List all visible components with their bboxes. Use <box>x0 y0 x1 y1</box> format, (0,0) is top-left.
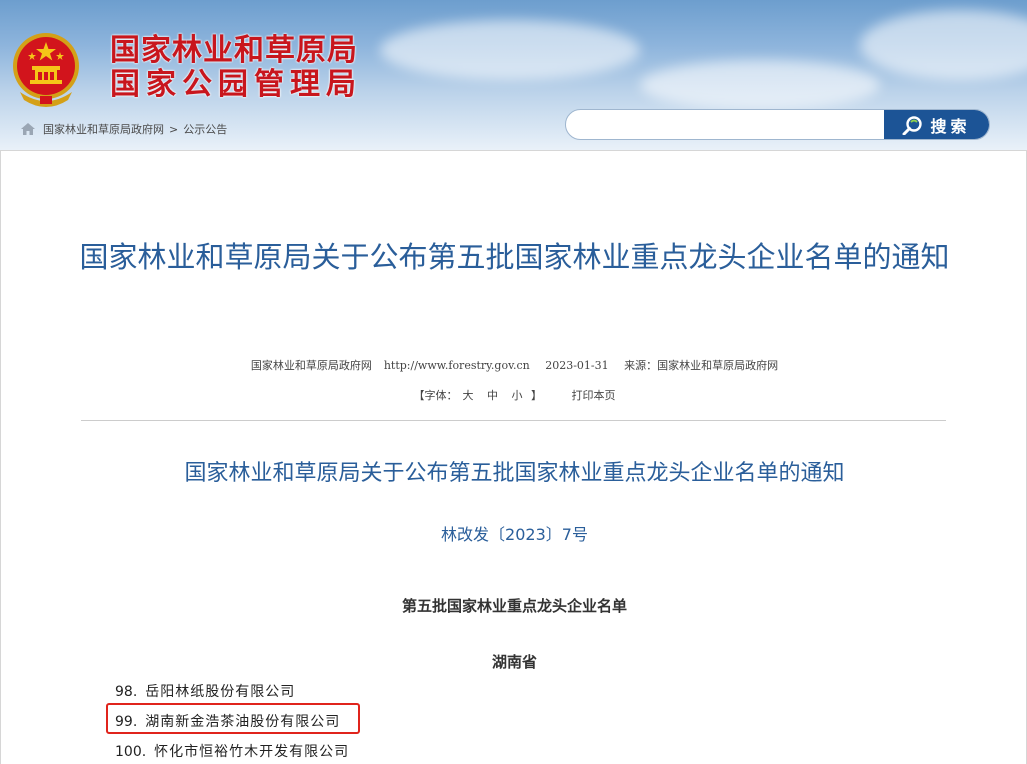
site-title[interactable]: 国家林业和草原局 国家公园管理局 <box>110 34 362 102</box>
font-size-controls: 【字体： 大 中 小 】 打印本页 <box>1 387 1027 403</box>
font-size-label-close: 】 <box>531 389 542 402</box>
breadcrumb-separator: > <box>169 122 179 136</box>
site-title-line2: 国家公园管理局 <box>110 67 362 102</box>
cloud-decoration <box>380 20 640 80</box>
font-size-large-button[interactable]: 大 <box>463 389 474 402</box>
cloud-decoration <box>640 60 880 110</box>
meta-source: 来源：国家林业和草原局政府网 <box>624 359 779 372</box>
highlight-annotation-box <box>106 703 360 734</box>
site-title-line1: 国家林业和草原局 <box>110 33 358 68</box>
article-container: 国家林业和草原局关于公布第五批国家林业重点龙头企业名单的通知 国家林业和草原局政… <box>0 150 1027 764</box>
search-button[interactable]: 搜索 <box>884 110 989 139</box>
home-icon[interactable] <box>20 122 36 136</box>
list-item-name: 怀化市恒裕竹木开发有限公司 <box>154 744 350 760</box>
site-header: 国家林业和草原局 国家公园管理局 国家林业和草原局政府网 > 公示公告 搜索 <box>0 0 1027 150</box>
font-size-medium-button[interactable]: 中 <box>487 389 498 402</box>
search-icon <box>902 115 923 135</box>
breadcrumb: 国家林业和草原局政府网 > 公示公告 <box>20 120 227 138</box>
article-meta: 国家林业和草原局政府网 http://www.forestry.gov.cn 20… <box>1 357 1027 373</box>
list-item-number: 100. <box>115 744 147 760</box>
print-page-button[interactable]: 打印本页 <box>572 389 616 402</box>
list-item: 100. 怀化市恒裕竹木开发有限公司 <box>115 741 349 761</box>
meta-publisher: 国家林业和草原局政府网 <box>250 359 372 372</box>
search-bar: 搜索 <box>565 109 990 140</box>
list-item: 98. 岳阳林纸股份有限公司 <box>115 681 295 701</box>
article-body-title: 国家林业和草原局关于公布第五批国家林业重点龙头企业名单的通知 <box>184 461 845 486</box>
list-item-name: 岳阳林纸股份有限公司 <box>145 684 296 700</box>
search-button-label: 搜索 <box>930 116 971 136</box>
font-size-label-open: 【字体： <box>413 389 458 402</box>
national-emblem-icon[interactable] <box>10 30 82 108</box>
list-item-number: 98. <box>115 684 138 700</box>
cloud-decoration <box>860 10 1027 80</box>
document-number: 林改发〔2023〕7号 <box>441 525 588 544</box>
breadcrumb-home-link[interactable]: 国家林业和草原局政府网 <box>43 121 164 137</box>
province-heading: 湖南省 <box>491 653 537 671</box>
search-input[interactable] <box>566 110 884 139</box>
meta-url[interactable]: http://www.forestry.gov.cn <box>384 359 530 372</box>
font-size-small-button[interactable]: 小 <box>512 389 523 402</box>
list-heading: 第五批国家林业重点龙头企业名单 <box>401 597 627 615</box>
meta-date: 2023-01-31 <box>545 359 609 372</box>
breadcrumb-current-link[interactable]: 公示公告 <box>183 121 227 137</box>
page-title: 国家林业和草原局关于公布第五批国家林业重点龙头企业名单的通知 <box>79 240 950 274</box>
divider <box>81 420 946 421</box>
